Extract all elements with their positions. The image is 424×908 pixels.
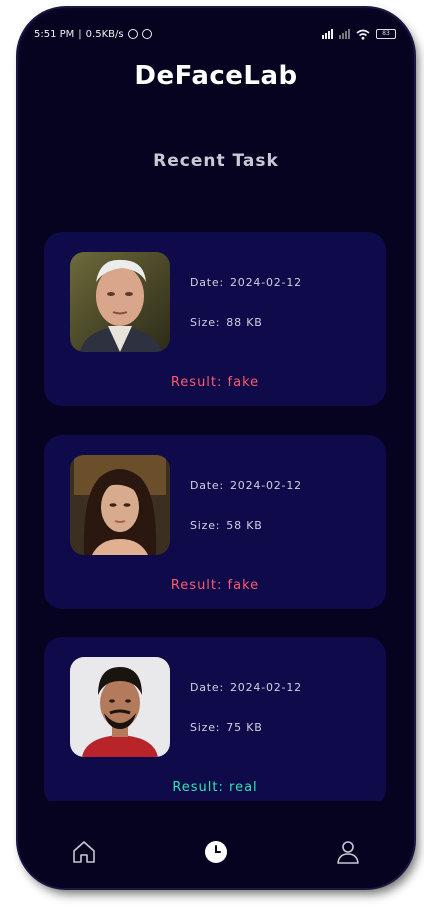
wifi-icon	[356, 29, 370, 40]
status-separator: |	[78, 28, 82, 40]
task-card[interactable]: Date: 2024-02-12 Size: 75 KB Result: real	[44, 637, 386, 807]
battery-icon: 83	[376, 29, 396, 39]
section-title: Recent Task	[153, 151, 279, 171]
nav-history[interactable]	[200, 836, 232, 868]
alarm-icon	[127, 29, 138, 39]
task-card[interactable]: Date: 2024-02-12 Size: 58 KB Result: fake	[44, 435, 386, 609]
task-date: Date: 2024-02-12	[190, 681, 302, 694]
task-thumbnail	[70, 252, 170, 352]
history-icon	[205, 841, 227, 863]
nav-profile[interactable]	[332, 836, 364, 868]
status-bar: 5:51 PM | 0.5KB/s 83	[34, 26, 396, 42]
nav-home[interactable]	[68, 836, 100, 868]
app-title: DeFaceLab	[134, 61, 298, 91]
bottom-nav	[18, 836, 414, 876]
signal-2-icon	[339, 29, 350, 39]
task-size: Size: 75 KB	[190, 721, 263, 734]
task-size: Size: 88 KB	[190, 316, 263, 329]
task-result: Result: fake	[170, 375, 260, 390]
task-card[interactable]: Date: 2024-02-12 Size: 88 KB Result: fake	[44, 232, 386, 406]
task-result: Result: fake	[170, 578, 260, 593]
home-icon	[73, 841, 95, 863]
task-thumbnail	[70, 657, 170, 757]
messenger-icon	[141, 29, 152, 39]
status-net-speed: 0.5KB/s	[85, 28, 124, 40]
task-thumbnail	[70, 455, 170, 555]
signal-icon	[322, 29, 333, 39]
task-size: Size: 58 KB	[190, 519, 263, 532]
task-date: Date: 2024-02-12	[190, 276, 302, 289]
phone-frame: 5:51 PM | 0.5KB/s 83 DeFaceLab Recent Ta…	[18, 8, 414, 888]
status-time: 5:51 PM	[34, 28, 75, 40]
task-result: Result: real	[172, 780, 258, 795]
profile-icon	[337, 841, 359, 864]
task-date: Date: 2024-02-12	[190, 479, 302, 492]
